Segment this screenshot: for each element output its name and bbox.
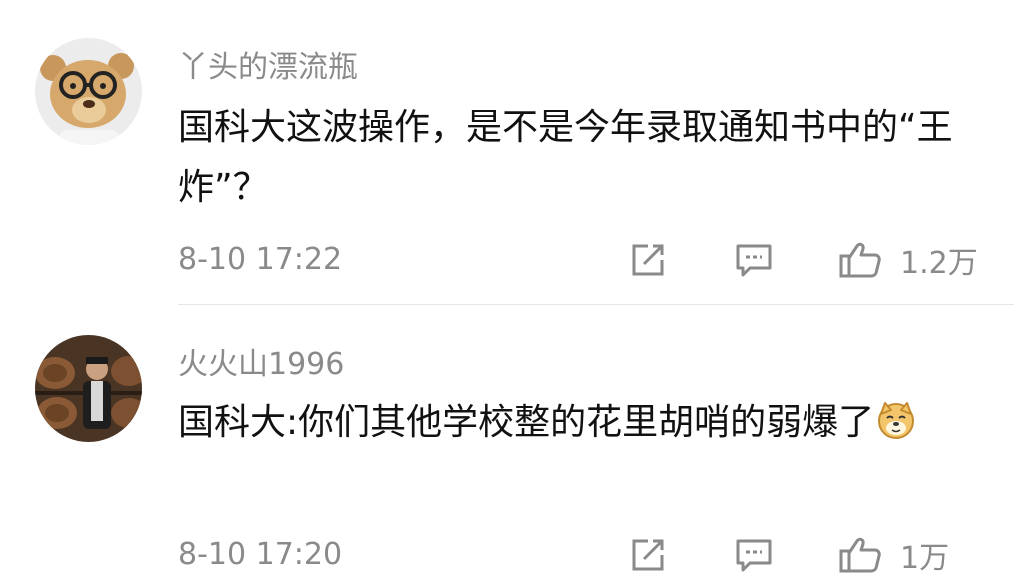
avatar[interactable]: [35, 335, 142, 442]
share-icon: [632, 539, 664, 571]
teddy-bear-avatar-icon: [35, 38, 142, 145]
username[interactable]: 丫头的漂流瓶: [178, 42, 358, 86]
comment-text: 国科大这波操作，是不是今年录取通知书中的“王炸”？: [178, 107, 953, 208]
comment-text-content: 国科大:你们其他学校整的花里胡哨的弱爆了: [178, 402, 875, 443]
comment-icon: [736, 539, 772, 572]
comment-icon: [736, 244, 772, 277]
thumbs-up-icon: [839, 242, 881, 278]
like-button[interactable]: 1.2万: [838, 238, 978, 282]
username[interactable]: 火火山1996: [178, 339, 344, 383]
share-button[interactable]: [628, 238, 668, 282]
comment-meta: 8-10 17:20 1万: [178, 533, 978, 573]
person-avatar-icon: [35, 335, 142, 442]
comment-text: 国科大:你们其他学校整的花里胡哨的弱爆了: [178, 393, 988, 459]
comment-item: 丫头的漂流瓶 国科大这波操作，是不是今年录取通知书中的“王炸”？ 8-10 17…: [0, 0, 1014, 305]
doge-emoji-icon: [876, 399, 916, 459]
like-count: 1.2万: [900, 246, 978, 281]
avatar[interactable]: [35, 38, 142, 145]
share-icon: [632, 244, 664, 276]
like-button[interactable]: 1万: [838, 533, 949, 573]
timestamp: 8-10 17:20: [178, 537, 343, 572]
comment-item: 火火山1996 国科大:你们其他学校整的花里胡哨的弱爆了 8-10 17:20: [0, 305, 1014, 573]
reply-button[interactable]: [734, 238, 774, 282]
thumbs-up-icon: [839, 537, 881, 573]
reply-button[interactable]: [734, 533, 774, 573]
share-button[interactable]: [628, 533, 668, 573]
comment-meta: 8-10 17:22 1.2万: [178, 238, 978, 282]
like-count: 1万: [900, 541, 950, 573]
timestamp: 8-10 17:22: [178, 242, 343, 277]
